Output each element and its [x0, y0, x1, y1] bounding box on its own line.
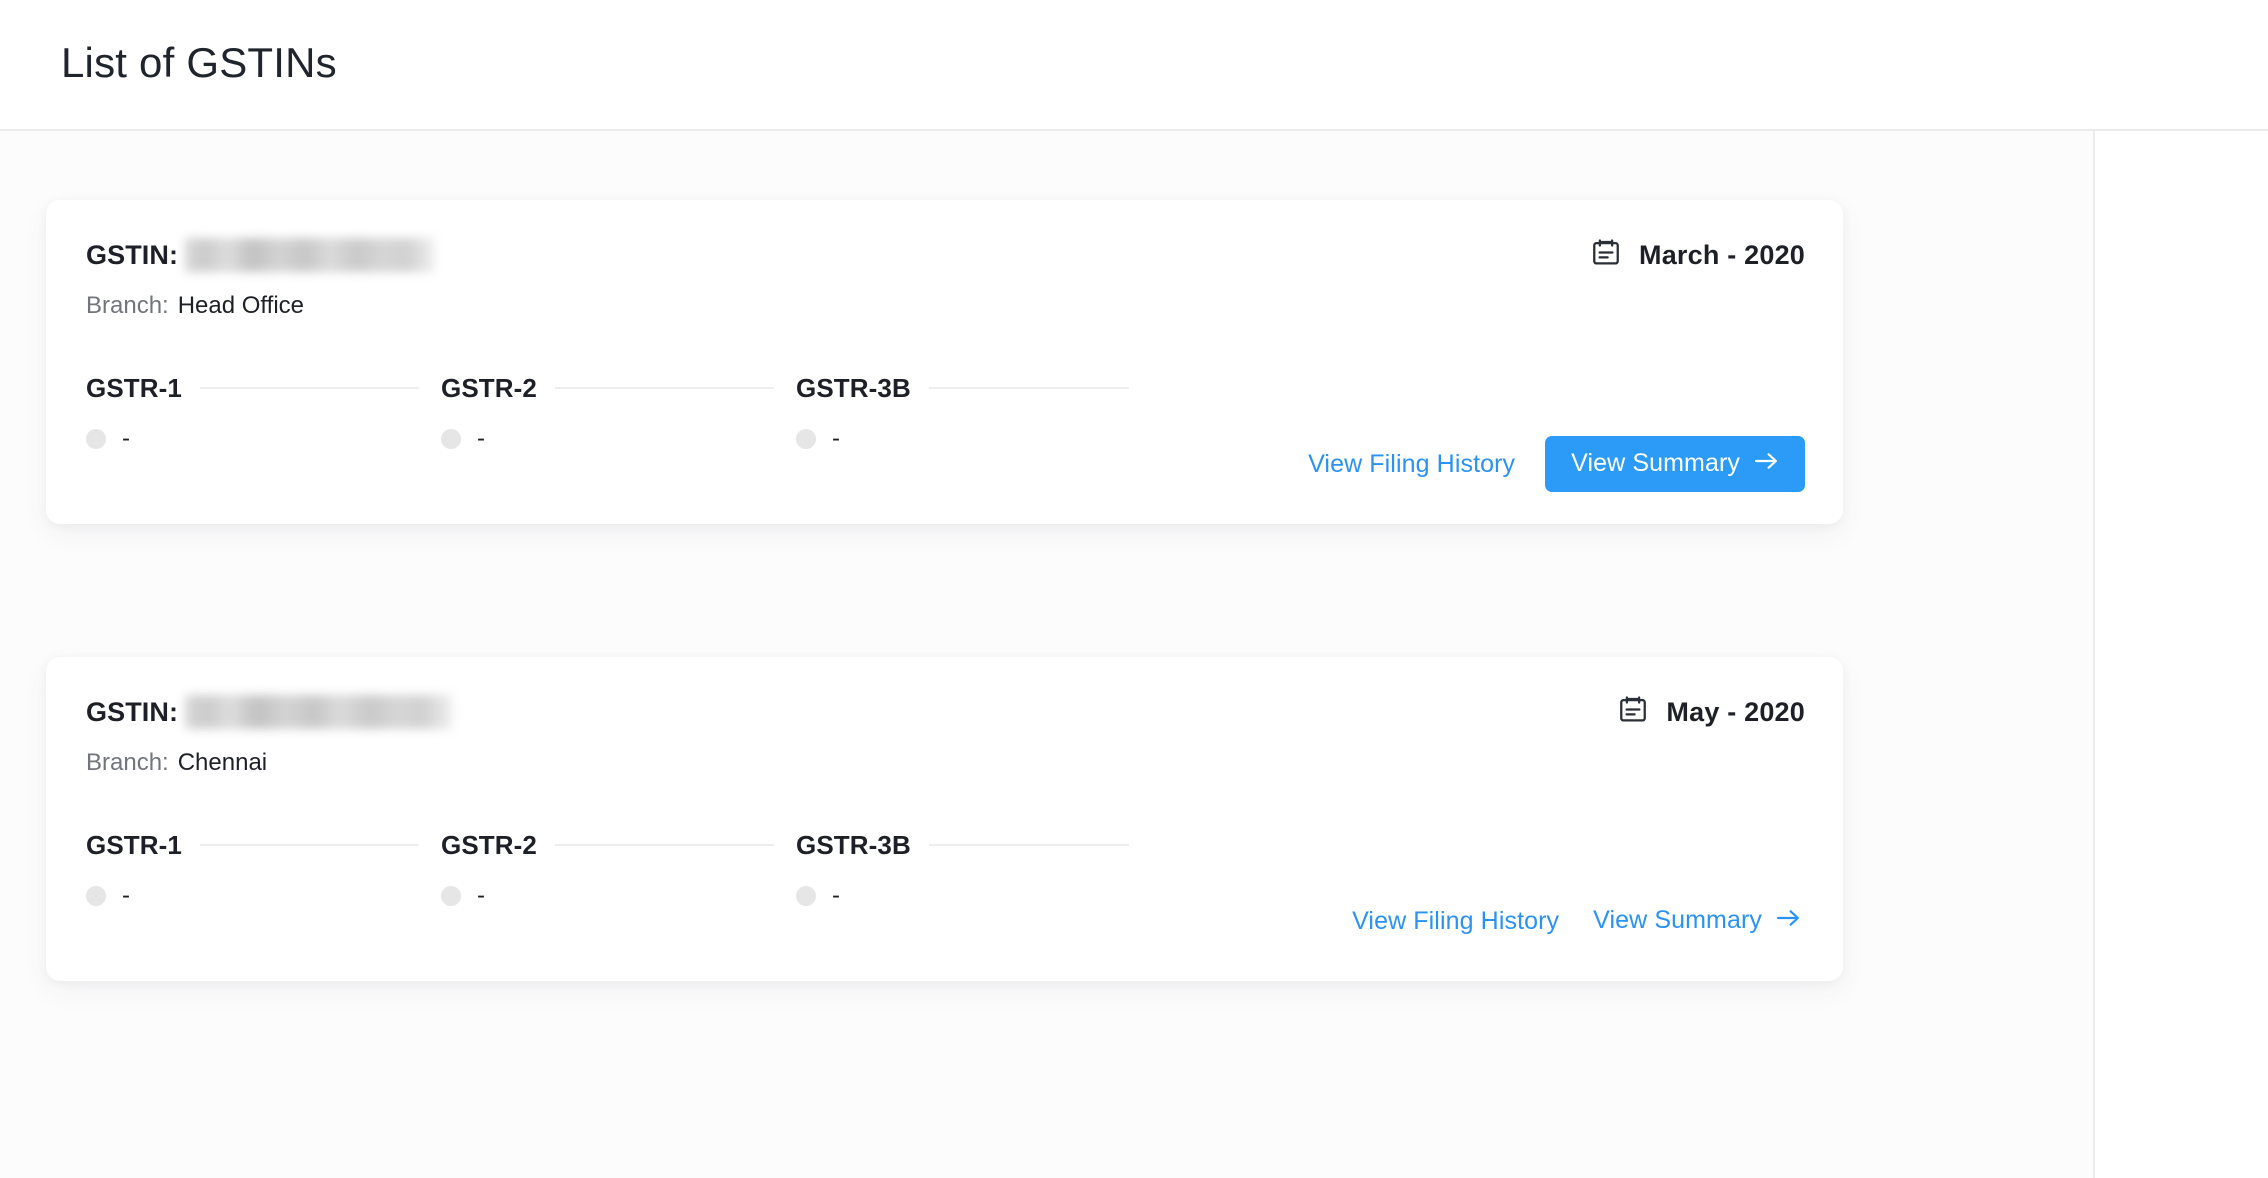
return-divider [199, 844, 419, 846]
status-dot-icon [441, 886, 461, 906]
pane-divider [2093, 131, 2095, 1178]
return-status: - [796, 426, 1151, 452]
return-status: - [86, 426, 441, 452]
return-header: GSTR-1 [86, 829, 441, 861]
branch-value: Chennai [177, 749, 268, 776]
return-name: GSTR-2 [441, 372, 537, 403]
arrow-right-icon [1776, 908, 1801, 933]
returns-row: GSTR-1 - GSTR-2 - GSTR-3B - [86, 372, 1236, 452]
return-status-text: - [122, 882, 130, 909]
status-dot-icon [441, 429, 461, 449]
page-root: List of GSTINs GSTIN: Branch: Head Offic… [0, 0, 2268, 1178]
branch-label: Branch: [86, 292, 169, 319]
return-column-gstr-3b: GSTR-3B - [796, 372, 1151, 452]
gstin-label: GSTIN: [86, 239, 179, 270]
view-filing-history-link[interactable]: View Filing History [1350, 903, 1561, 940]
return-name: GSTR-1 [86, 829, 182, 860]
period-text: March - 2020 [1639, 239, 1805, 270]
returns-row: GSTR-1 - GSTR-2 - GSTR-3B - [86, 829, 1236, 909]
gstin-row: GSTIN: [86, 695, 454, 729]
branch-row: Branch: Chennai [86, 749, 267, 777]
return-divider [554, 844, 774, 846]
view-summary-button[interactable]: View Summary [1545, 436, 1805, 492]
return-column-gstr-2: GSTR-2 - [441, 829, 796, 909]
return-divider [199, 387, 419, 389]
view-summary-label: View Summary [1593, 906, 1762, 934]
status-dot-icon [796, 429, 816, 449]
view-summary-button[interactable]: View Summary [1589, 893, 1805, 949]
return-divider [928, 387, 1129, 389]
page-title: List of GSTINs [61, 39, 337, 86]
return-header: GSTR-3B [796, 372, 1151, 404]
return-status: - [86, 883, 441, 909]
gstin-card[interactable]: GSTIN: Branch: Head Office March - 2020 … [46, 200, 1843, 524]
gstin-value-redacted [185, 238, 436, 272]
return-status-text: - [122, 425, 130, 452]
status-dot-icon [796, 886, 816, 906]
return-name: GSTR-1 [86, 372, 182, 403]
branch-row: Branch: Head Office [86, 292, 304, 320]
view-filing-history-link[interactable]: View Filing History [1306, 446, 1517, 483]
return-header: GSTR-2 [441, 372, 796, 404]
return-name: GSTR-2 [441, 829, 537, 860]
return-status: - [796, 883, 1151, 909]
return-column-gstr-1: GSTR-1 - [86, 372, 441, 452]
gstin-card[interactable]: GSTIN: Branch: Chennai May - 2020 GSTR-1… [46, 657, 1843, 981]
return-status: - [441, 426, 796, 452]
view-summary-label: View Summary [1571, 449, 1740, 477]
period-row: May - 2020 [1617, 695, 1805, 729]
return-header: GSTR-2 [441, 829, 796, 861]
content-pane: GSTIN: Branch: Head Office March - 2020 … [0, 131, 2093, 1178]
return-column-gstr-1: GSTR-1 - [86, 829, 441, 909]
return-column-gstr-3b: GSTR-3B - [796, 829, 1151, 909]
return-status-text: - [477, 425, 485, 452]
card-actions: View Filing History View Summary [1350, 893, 1805, 949]
gstin-value-redacted [185, 695, 454, 729]
return-header: GSTR-3B [796, 829, 1151, 861]
period-row: March - 2020 [1590, 238, 1805, 272]
card-header: GSTIN: Branch: Chennai May - 2020 [46, 657, 1843, 777]
return-status-text: - [832, 882, 840, 909]
return-header: GSTR-1 [86, 372, 441, 404]
card-header: GSTIN: Branch: Head Office March - 2020 [46, 200, 1843, 320]
return-name: GSTR-3B [796, 829, 911, 860]
branch-value: Head Office [177, 292, 305, 319]
page-header: List of GSTINs [0, 0, 2268, 131]
return-name: GSTR-3B [796, 372, 911, 403]
return-column-gstr-2: GSTR-2 - [441, 372, 796, 452]
period-text: May - 2020 [1666, 696, 1805, 727]
status-dot-icon [86, 429, 106, 449]
gstin-label: GSTIN: [86, 696, 179, 727]
return-divider [928, 844, 1129, 846]
arrow-right-icon [1754, 451, 1779, 476]
notepad-calendar-icon [1617, 694, 1649, 731]
branch-label: Branch: [86, 749, 169, 776]
return-status-text: - [832, 425, 840, 452]
status-dot-icon [86, 886, 106, 906]
card-actions: View Filing History View Summary [1306, 436, 1805, 492]
return-divider [554, 387, 774, 389]
return-status: - [441, 883, 796, 909]
gstin-row: GSTIN: [86, 238, 436, 272]
notepad-calendar-icon [1590, 237, 1622, 274]
return-status-text: - [477, 882, 485, 909]
